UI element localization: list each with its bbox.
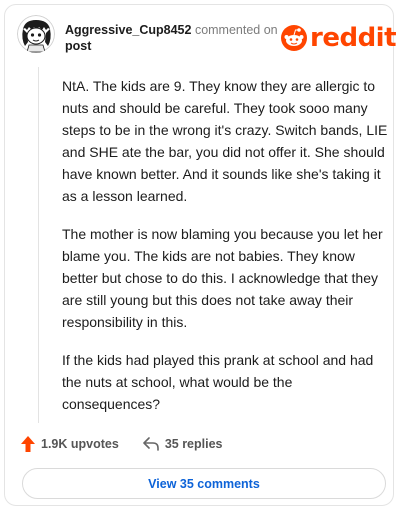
- replies-count: 35 replies: [164, 437, 223, 451]
- comment-actions: 1.9K upvotes 35 replies: [21, 435, 223, 453]
- commented-on-label: commented on: [194, 23, 278, 37]
- post-link[interactable]: post: [65, 38, 285, 54]
- upvote-count: 1.9K upvotes: [41, 437, 119, 451]
- comment-paragraph: NtA. The kids are 9. They know they are …: [62, 78, 388, 204]
- comment-header: Aggressive_Cup8452 commented on post: [65, 22, 285, 54]
- reddit-snoo-icon: [281, 25, 307, 51]
- comment-card: Aggressive_Cup8452 commented on post red…: [4, 4, 397, 506]
- comment-username[interactable]: Aggressive_Cup8452: [65, 23, 191, 37]
- comment-paragraph: The mother is now blaming you because yo…: [62, 226, 383, 330]
- comment-paragraph: If the kids had played this prank at sch…: [62, 352, 374, 412]
- snoo-avatar-icon: [17, 15, 55, 53]
- reddit-logo[interactable]: reddit: [281, 21, 397, 55]
- thread-line: [38, 67, 39, 423]
- reply-arrow-icon: [143, 437, 159, 451]
- reddit-wordmark: reddit: [310, 23, 397, 53]
- upvote-arrow-icon: [21, 436, 35, 452]
- view-comments-button[interactable]: View 35 comments: [22, 468, 386, 499]
- replies-button[interactable]: 35 replies: [143, 437, 223, 451]
- comment-body: NtA. The kids are 9. They know they are …: [62, 75, 392, 431]
- upvote-button[interactable]: 1.9K upvotes: [21, 436, 119, 452]
- user-avatar[interactable]: [17, 15, 55, 53]
